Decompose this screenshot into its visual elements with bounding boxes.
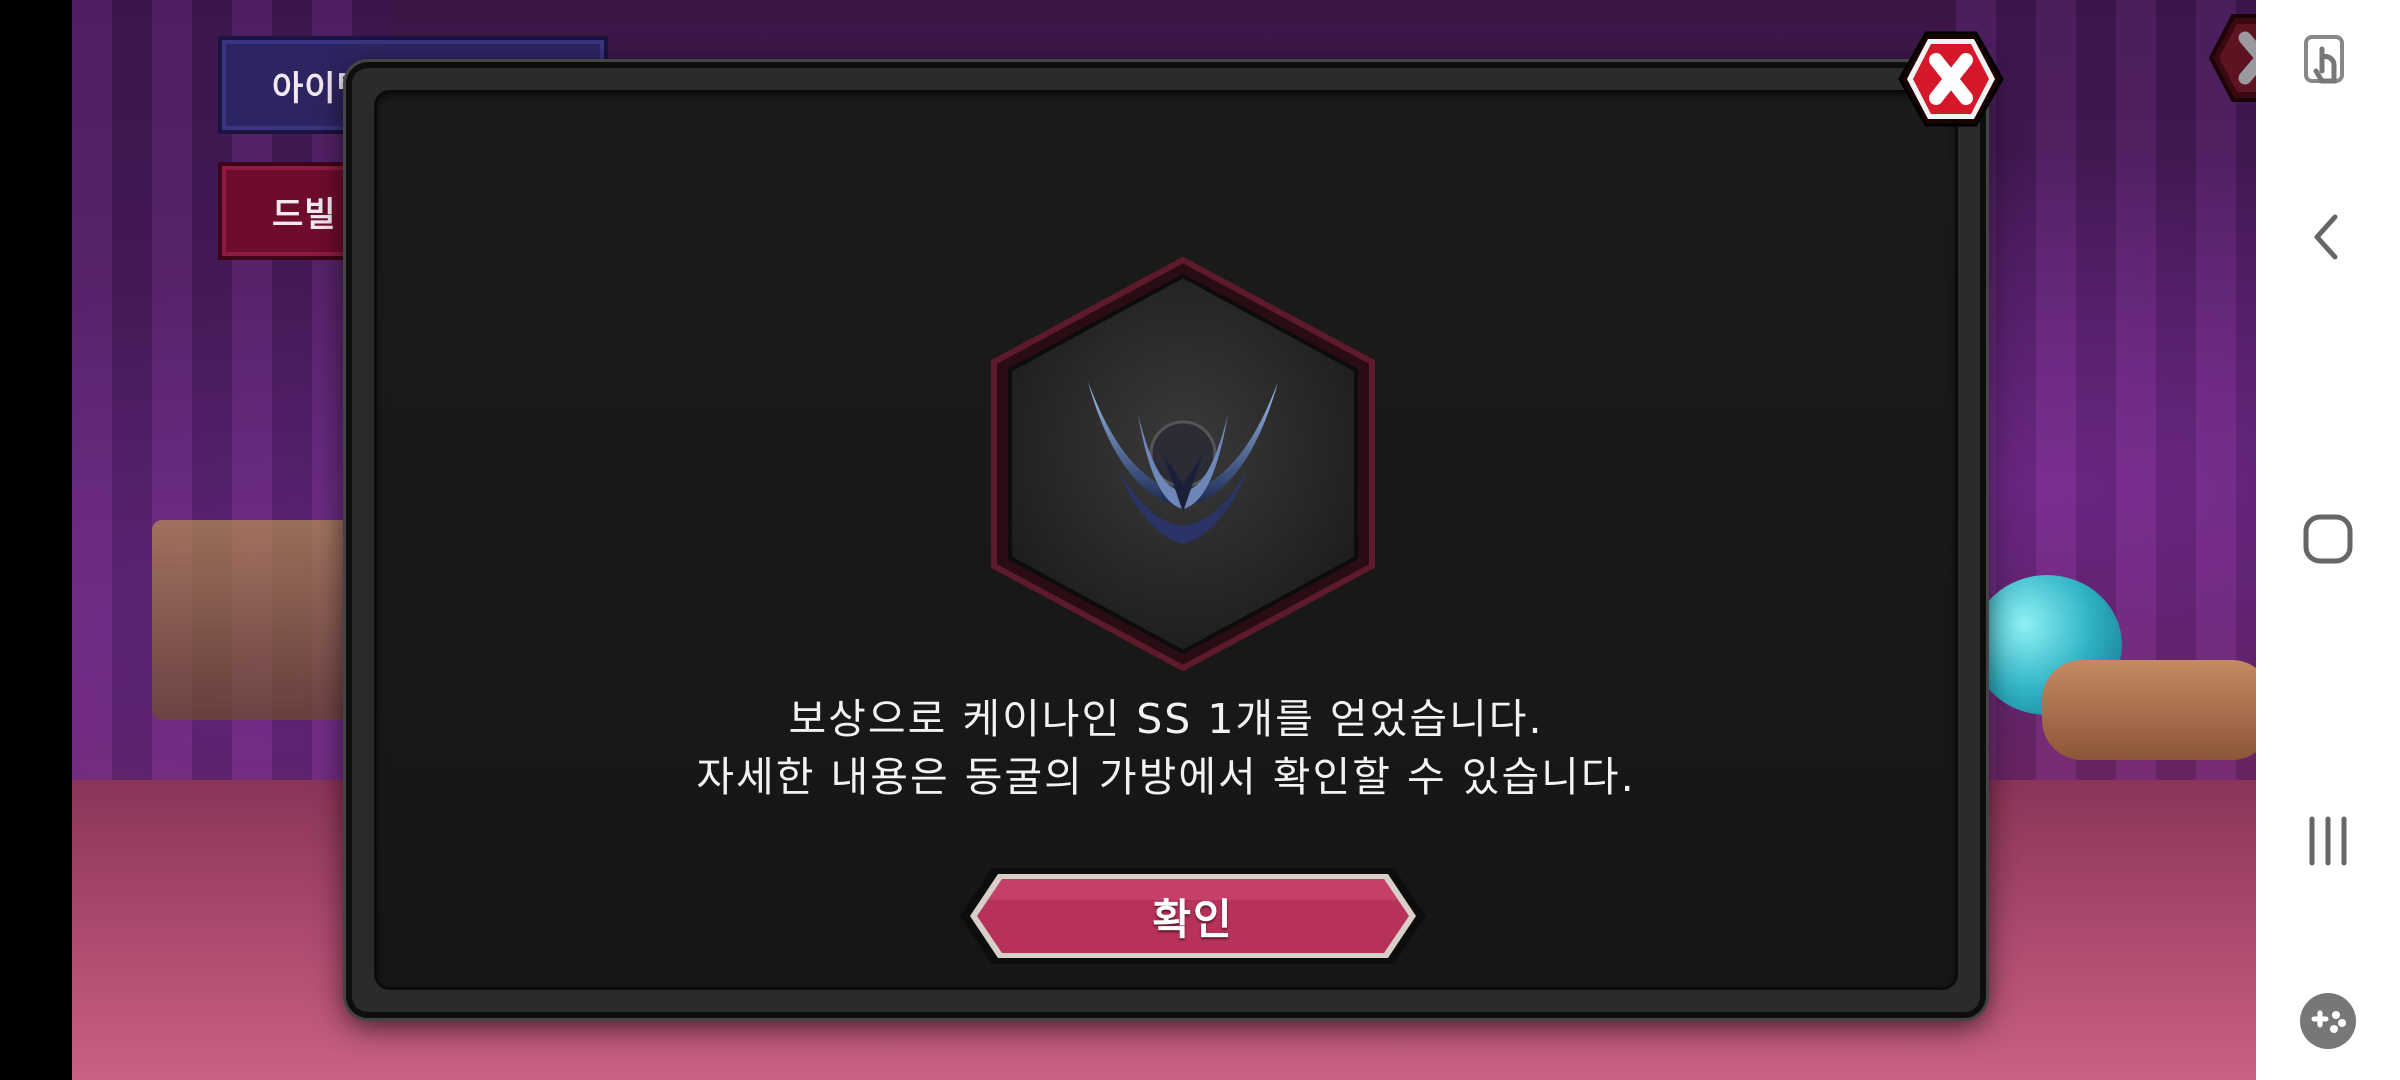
game-launcher-icon — [2300, 993, 2356, 1049]
confirm-button[interactable]: 확인 — [958, 866, 1428, 966]
home-icon — [2303, 514, 2353, 564]
back-icon — [2314, 214, 2338, 260]
confirm-button-label: 확인 — [1152, 894, 1234, 944]
reward-dialog-body: 보상으로 케이나인 SS 1개를 얻었습니다. 자세한 내용은 동굴의 가방에서… — [374, 90, 1958, 990]
game-launcher-button[interactable] — [2256, 966, 2400, 1076]
reward-message: 보상으로 케이나인 SS 1개를 얻었습니다. 자세한 내용은 동굴의 가방에서… — [374, 690, 1958, 806]
reward-message-line2: 자세한 내용은 동굴의 가방에서 확인할 수 있습니다. — [696, 753, 1636, 801]
touch-assist-icon — [2304, 35, 2344, 84]
recents-icon — [2309, 816, 2347, 866]
touch-assist-button[interactable] — [2256, 6, 2400, 116]
scroll-prop — [2042, 660, 2256, 760]
android-navigation-bar — [2256, 0, 2400, 1080]
reward-message-line1: 보상으로 케이나인 SS 1개를 얻었습니다. — [788, 695, 1544, 743]
back-button[interactable] — [2256, 182, 2400, 292]
home-button[interactable] — [2256, 484, 2400, 594]
reward-dialog: 보상으로 케이나인 SS 1개를 얻었습니다. 자세한 내용은 동굴의 가방에서… — [346, 62, 1986, 1018]
close-icon[interactable] — [1898, 30, 2004, 128]
reward-item-frame — [991, 256, 1375, 672]
screen-close-icon[interactable] — [2209, 12, 2256, 104]
recents-button[interactable] — [2256, 786, 2400, 896]
